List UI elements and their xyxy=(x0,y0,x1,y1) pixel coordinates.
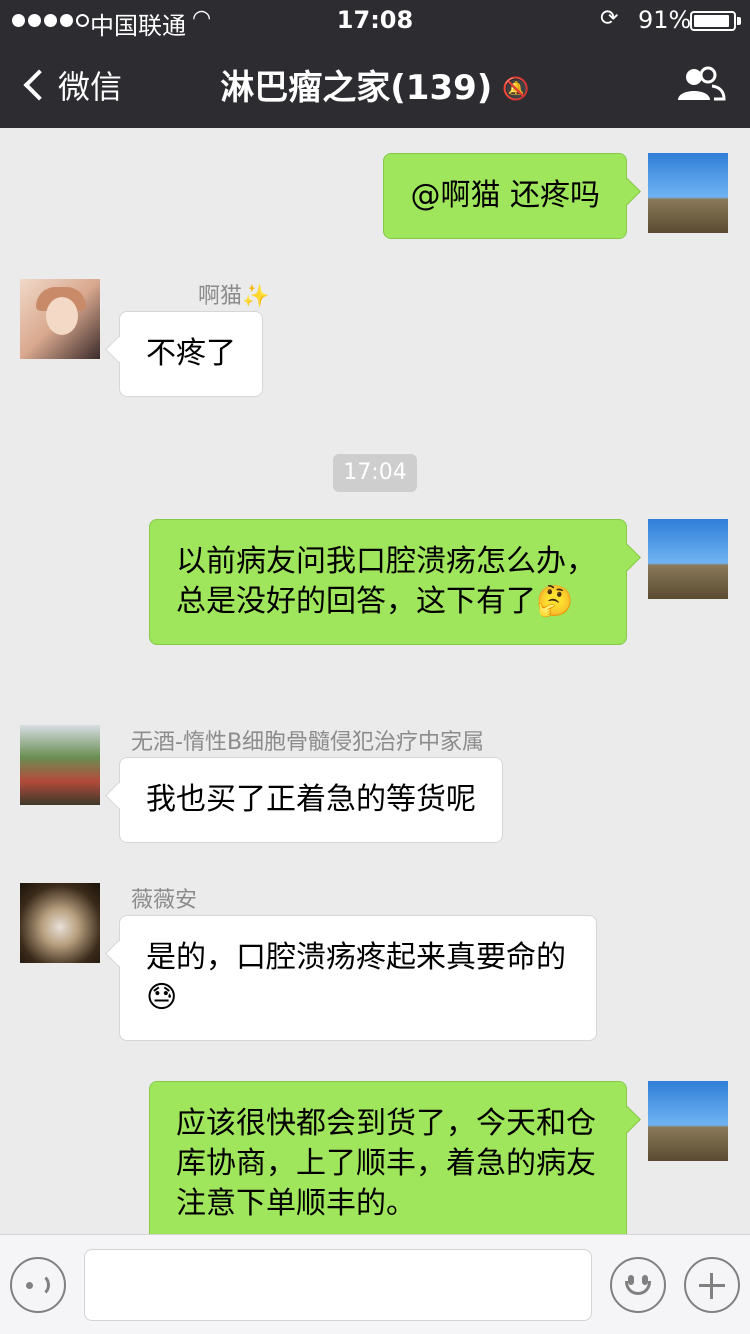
message-bubble-incoming[interactable]: 我也买了正着急的等货呢 xyxy=(119,757,503,843)
avatar-weiwei[interactable] xyxy=(20,883,100,963)
avatar-self[interactable] xyxy=(648,519,728,599)
voice-icon[interactable] xyxy=(10,1257,66,1313)
avatar-self[interactable] xyxy=(648,153,728,233)
input-bar xyxy=(0,1234,750,1334)
battery-icon xyxy=(690,11,736,31)
chat-title-text: 淋巴瘤之家(139) xyxy=(220,68,493,108)
message-bubble-outgoing[interactable]: @啊猫 还疼吗 xyxy=(383,153,627,239)
group-members-icon[interactable] xyxy=(676,66,726,102)
battery-tip xyxy=(737,17,741,25)
avatar-amao[interactable] xyxy=(20,279,100,359)
chat-area[interactable]: @啊猫 还疼吗 啊猫✨ 不疼了 17:04 以前病友问我口腔溃疡怎么办，总是没好… xyxy=(0,128,750,1234)
message-input[interactable] xyxy=(84,1249,592,1321)
message-bubble-incoming[interactable]: 不疼了 xyxy=(119,311,263,397)
message-bubble-incoming[interactable]: 是的，口腔溃疡疼起来真要命的😓 xyxy=(119,915,597,1041)
avatar-self[interactable] xyxy=(648,1081,728,1161)
message-bubble-outgoing[interactable]: 应该很快都会到货了，今天和仓库协商，上了顺丰，着急的病友注意下单顺丰的。 xyxy=(149,1081,627,1234)
mute-bell-icon: 🔕 xyxy=(502,77,530,102)
emoji-icon[interactable] xyxy=(610,1257,666,1313)
status-bar: 中国联通 ◠ 17:08 ⟳ 91% xyxy=(0,0,750,40)
battery-percent: 91% xyxy=(638,6,692,34)
sender-name: 无酒-惰性B细胞骨髓侵犯治疗中家属 xyxy=(131,730,485,755)
plus-icon[interactable] xyxy=(684,1257,740,1313)
chat-title: 淋巴瘤之家(139) 🔕 xyxy=(0,60,750,109)
avatar-wujiu[interactable] xyxy=(20,725,100,805)
battery-fill xyxy=(694,15,729,27)
message-bubble-outgoing[interactable]: 以前病友问我口腔溃疡怎么办，总是没好的回答，这下有了🤔 xyxy=(149,519,627,645)
sender-name: 啊猫✨ xyxy=(198,284,270,309)
timestamp-divider: 17:04 xyxy=(333,454,417,492)
top-bar: 中国联通 ◠ 17:08 ⟳ 91% 微信 淋巴瘤之家(139) 🔕 xyxy=(0,0,750,128)
rotation-lock-icon: ⟳ xyxy=(600,6,619,31)
sender-name: 薇薇安 xyxy=(131,888,198,913)
